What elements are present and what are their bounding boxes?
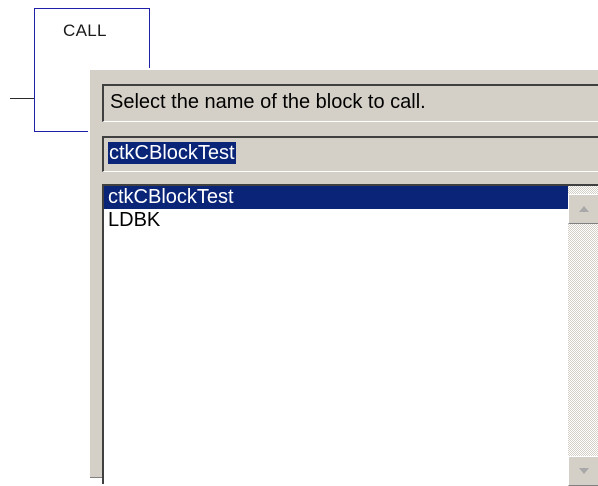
prompt-label: Select the name of the block to call. <box>102 84 598 122</box>
block-select-dialog: Select the name of the block to call. ct… <box>88 68 598 486</box>
scroll-down-arrow-icon <box>579 468 589 474</box>
list-item[interactable]: ctkCBlockTest <box>104 186 570 209</box>
block-name-value: ctkCBlockTest <box>108 142 236 164</box>
block-name-input[interactable]: ctkCBlockTest <box>102 136 598 172</box>
scroll-up-arrow-icon <box>579 206 589 212</box>
scroll-up-button[interactable] <box>568 194 598 224</box>
list-item[interactable]: LDBK <box>104 209 570 232</box>
call-block-title: CALL <box>63 21 107 40</box>
list-scrollbar[interactable] <box>568 186 598 486</box>
rung-wire <box>10 98 36 99</box>
scroll-down-button[interactable] <box>568 456 598 486</box>
block-name-list[interactable]: ctkCBlockTest LDBK <box>102 184 598 486</box>
